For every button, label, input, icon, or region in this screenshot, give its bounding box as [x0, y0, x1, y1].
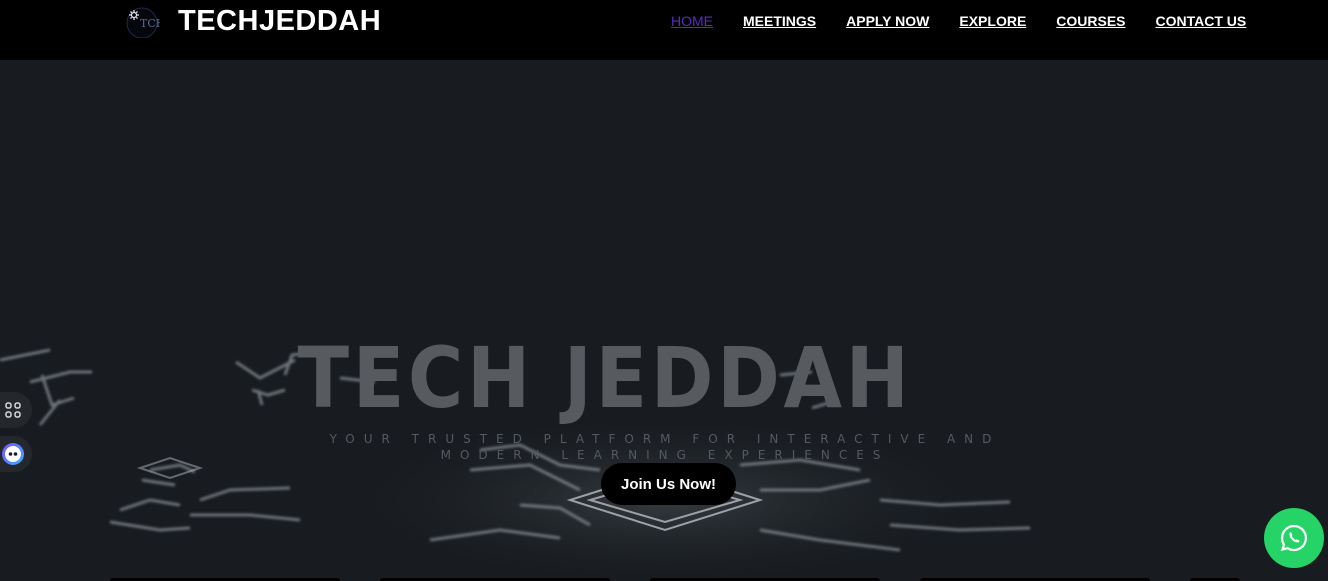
apps-grid-icon: [5, 402, 21, 418]
site-header: TCH TECHJEDDAH HOME MEETINGS APPLY NOW E…: [0, 0, 1328, 60]
whatsapp-button[interactable]: [1264, 508, 1324, 568]
chat-assistant-icon: [2, 443, 24, 465]
hero-title: TECH JEDDAH: [297, 329, 913, 427]
nav-apply-now[interactable]: APPLY NOW: [846, 12, 929, 30]
nav-contact-us[interactable]: CONTACT US: [1156, 12, 1247, 30]
hero-subtitle: YOUR TRUSTED PLATFORM FOR INTERACTIVE AN…: [329, 432, 1001, 462]
brand-name[interactable]: TECHJEDDAH: [178, 4, 381, 38]
nav-meetings[interactable]: MEETINGS: [743, 12, 816, 30]
nav-explore[interactable]: EXPLORE: [959, 12, 1026, 30]
whatsapp-icon: [1280, 524, 1308, 552]
nav-home[interactable]: HOME: [671, 12, 713, 30]
hero-section: TECH JEDDAH YOUR TRUSTED PLATFORM FOR IN…: [0, 60, 1328, 581]
main-nav: HOME MEETINGS APPLY NOW EXPLORE COURSES …: [671, 12, 1246, 30]
content-cards-edge: [110, 578, 1240, 581]
techjeddah-logo-icon[interactable]: TCH: [120, 4, 160, 38]
join-us-button[interactable]: Join Us Now!: [601, 463, 736, 505]
svg-text:TCH: TCH: [140, 17, 160, 30]
nav-courses[interactable]: COURSES: [1056, 12, 1125, 30]
